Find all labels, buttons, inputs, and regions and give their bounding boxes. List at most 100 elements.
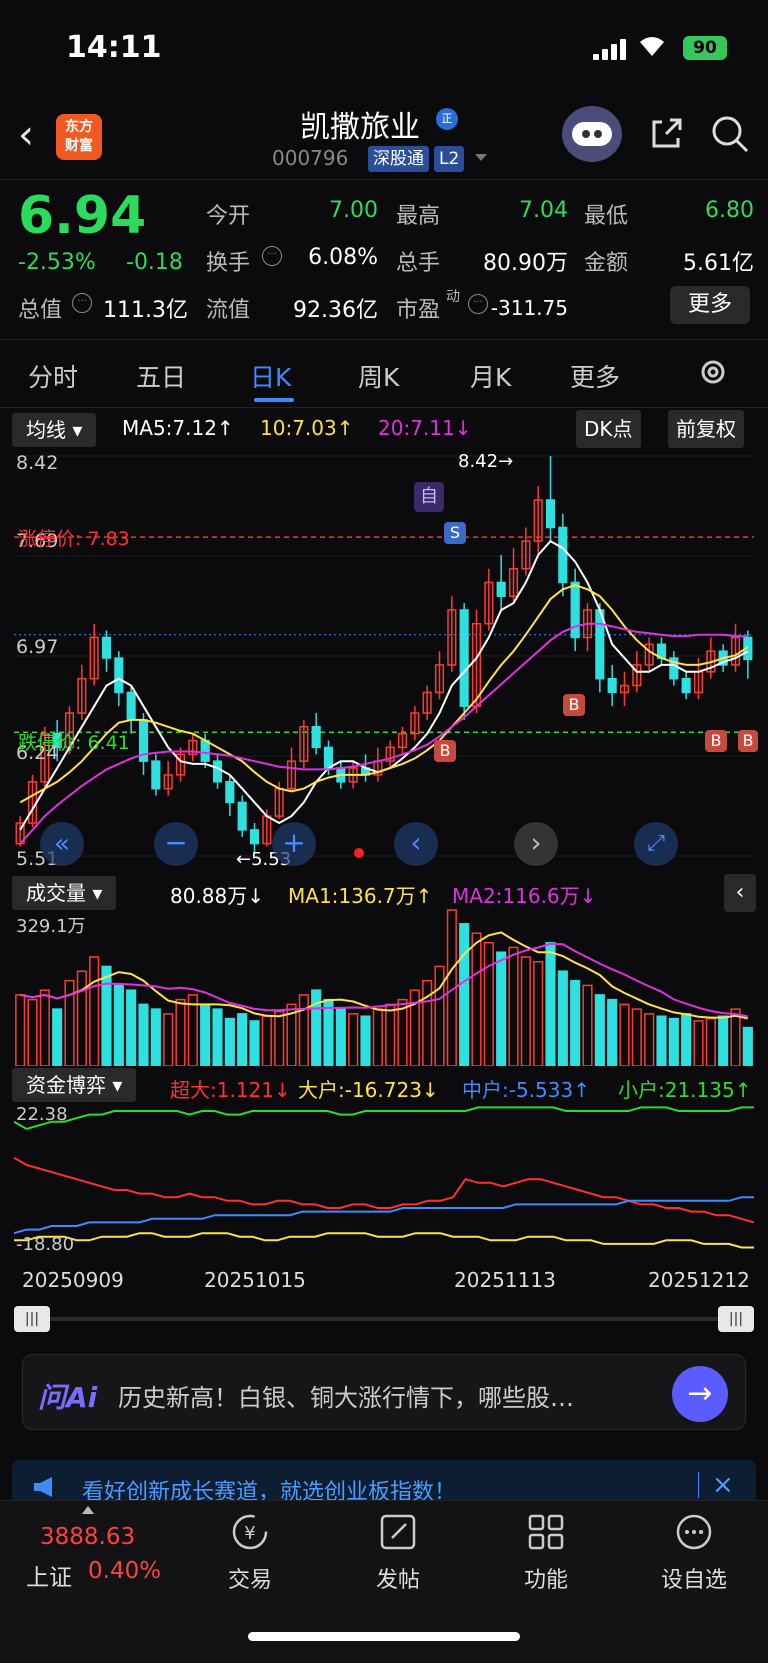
more-button[interactable]: 更多 [670,286,750,324]
volume-bar [422,979,433,1066]
date-tick: 20251015 [204,1268,306,1292]
chevron-right-icon[interactable]: › [514,822,558,866]
volume-bar [138,1003,149,1066]
clock: 14:11 [66,30,162,65]
fund-flow-dropdown[interactable]: 资金博弈 ▾ [12,1068,137,1102]
candle-body [459,609,469,707]
tab-five-day[interactable]: 五日 [136,358,186,394]
index-value[interactable]: 3888.63 [40,1524,135,1550]
float-label: 流值 [206,298,251,323]
limit-up-label: 涨停价: 7.83 [18,528,130,550]
tab-more[interactable]: 更多 [570,358,620,394]
volume-bar [27,998,38,1066]
volume-bar [496,951,507,1066]
nav-add-watchlist[interactable]: 设自选 [644,1512,744,1594]
volume-bar [348,1013,359,1066]
scroll-left-icon[interactable]: « [40,822,84,866]
candle-body [570,581,580,639]
volume-bar [619,1003,630,1066]
candle-body [114,657,124,694]
zoom-out-icon[interactable]: − [154,822,198,866]
volume-bar [224,1017,235,1066]
self-select-marker[interactable]: 自 [414,482,444,512]
nav-post[interactable]: 发帖 [348,1512,448,1594]
volume-bar [594,994,605,1066]
chevron-up-icon[interactable] [82,1506,94,1514]
high-value: 7.04 [519,198,568,223]
volume-bar [187,994,198,1066]
volume-bar [39,989,50,1066]
date-tick: 20250909 [22,1268,124,1292]
info-icon[interactable]: ··· [262,246,282,266]
info-icon[interactable]: ··· [72,293,92,313]
volume-bar [52,1008,63,1066]
trade-icon: ¥ [232,1514,268,1550]
fullscreen-icon[interactable]: ⤢ [634,822,678,866]
candle-body [311,726,321,749]
stock-name[interactable]: 凯撒旅业 [300,102,420,146]
change-percent: -2.53% [18,250,96,275]
tab-intraday[interactable]: 分时 [28,358,78,394]
range-handle-left[interactable]: ||| [14,1306,50,1332]
ai-prompt-text[interactable]: 历史新高！白银、铜大涨行情下，哪些股… [118,1378,574,1413]
volume-bar [261,1015,272,1066]
back-icon[interactable]: ‹ [18,112,34,158]
close-icon[interactable]: × [712,1470,734,1500]
index-name[interactable]: 上证 [26,1558,72,1592]
volume-bar [249,1020,260,1066]
eastmoney-logo[interactable]: 东方 财富 [56,114,102,160]
buy-marker[interactable]: B [705,730,727,752]
open-value: 7.00 [329,198,378,223]
chevron-down-icon[interactable] [475,154,487,161]
share-icon[interactable] [648,116,684,152]
buy-marker[interactable]: B [434,740,456,762]
gear-icon[interactable] [697,356,729,388]
volume-bar [434,965,445,1066]
volume-chart[interactable] [14,904,754,1066]
candle-body [681,677,691,694]
low-value: 6.80 [705,198,754,223]
tab-daily-k[interactable]: 日K [250,358,291,394]
home-indicator [248,1632,520,1641]
divider [698,1472,699,1498]
forward-adjust-button[interactable]: 前复权 [668,410,744,448]
edit-icon [380,1514,416,1550]
index-change[interactable]: 0.40% [88,1558,161,1584]
volume-bar [274,1010,285,1066]
candlestick-chart[interactable] [14,448,754,872]
arrow-right-icon[interactable]: → [672,1366,728,1422]
dk-point-button[interactable]: DK点 [576,410,641,448]
sell-marker[interactable]: S [444,522,466,544]
nav-functions[interactable]: 功能 [496,1512,596,1594]
cellular-signal-icon [593,38,629,60]
live-dot [354,848,364,858]
candle-body [249,829,260,845]
buy-marker[interactable]: B [563,694,585,716]
float-value: 92.36亿 [293,298,378,323]
tab-monthly-k[interactable]: 月K [470,358,511,394]
volume-bar [311,989,322,1066]
zoom-in-icon[interactable]: + [272,822,316,866]
fund-flow-chart[interactable] [14,1100,754,1260]
volume-bar [113,984,124,1066]
l2-tag: L2 [434,146,465,172]
fund-y-bottom: -18.80 [16,1234,75,1255]
volume-bar [163,1013,174,1066]
high-marker: 8.42→ [458,451,514,472]
tab-weekly-k[interactable]: 周K [358,358,399,394]
high-label: 最高 [396,204,441,229]
indicator-dropdown[interactable]: 均线 ▾ [12,413,97,447]
candle-body [225,781,235,804]
buy-marker[interactable]: B [738,730,758,752]
nav-trade[interactable]: ¥ 交易 [200,1512,300,1594]
volume-bar [15,994,26,1066]
turnover-value: 6.08% [308,245,378,270]
chevron-left-icon[interactable]: ‹ [394,822,438,866]
last-price: 6.94 [18,186,147,246]
candle-body [126,691,136,721]
volume-bar [545,942,556,1066]
range-handle-right[interactable]: ||| [718,1306,754,1332]
search-icon[interactable] [710,114,750,154]
fund-mid: 中户:-5.533↑ [462,1078,590,1102]
range-scrollbar[interactable]: ||| ||| [14,1306,754,1332]
